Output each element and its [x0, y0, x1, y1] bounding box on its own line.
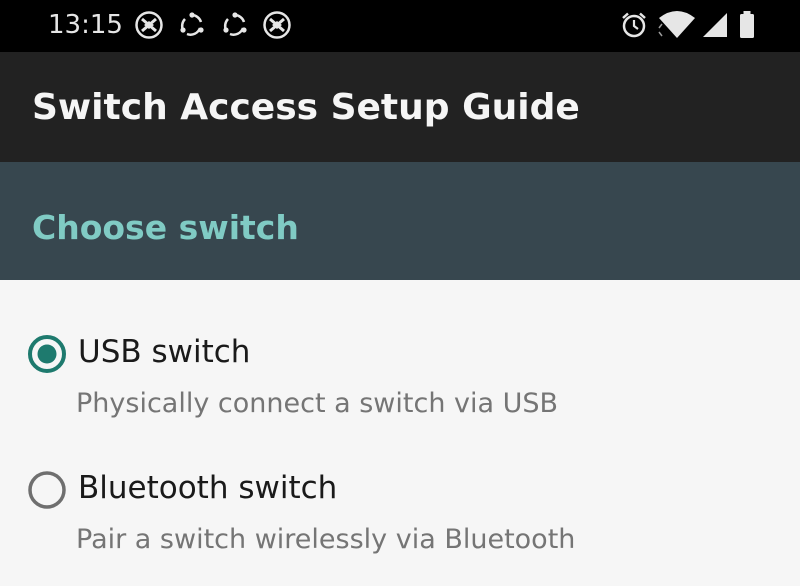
section-header: Choose switch — [0, 162, 800, 280]
shield-logo-icon — [134, 10, 164, 40]
status-bar: 13:15 — [0, 0, 800, 52]
shield-logo-icon — [262, 10, 292, 40]
alarm-icon — [619, 10, 649, 40]
usb-switch-description: Physically connect a switch via USB — [76, 388, 559, 419]
radio-selected-icon[interactable] — [27, 334, 67, 374]
usb-switch-label: USB switch — [78, 334, 251, 370]
radio-unselected-icon[interactable] — [27, 470, 67, 510]
app-bar: Switch Access Setup Guide — [0, 52, 800, 162]
wifi-icon — [658, 10, 696, 40]
usb-switch-option[interactable]: USB switch Physically connect a switch v… — [0, 320, 800, 450]
cellular-signal-icon — [700, 10, 730, 40]
switch-options-list: USB switch Physically connect a switch v… — [0, 280, 800, 566]
bluetooth-switch-option[interactable]: Bluetooth switch Pair a switch wirelessl… — [0, 456, 800, 586]
bluetooth-switch-label: Bluetooth switch — [78, 470, 338, 506]
battery-icon — [738, 10, 756, 40]
bluetooth-switch-description: Pair a switch wirelessly via Bluetooth — [76, 524, 576, 555]
section-title: Choose switch — [32, 208, 299, 247]
status-time: 13:15 — [48, 10, 123, 40]
sync-cycle-icon — [177, 10, 207, 40]
sync-cycle-icon — [220, 10, 250, 40]
page-title: Switch Access Setup Guide — [32, 87, 580, 128]
